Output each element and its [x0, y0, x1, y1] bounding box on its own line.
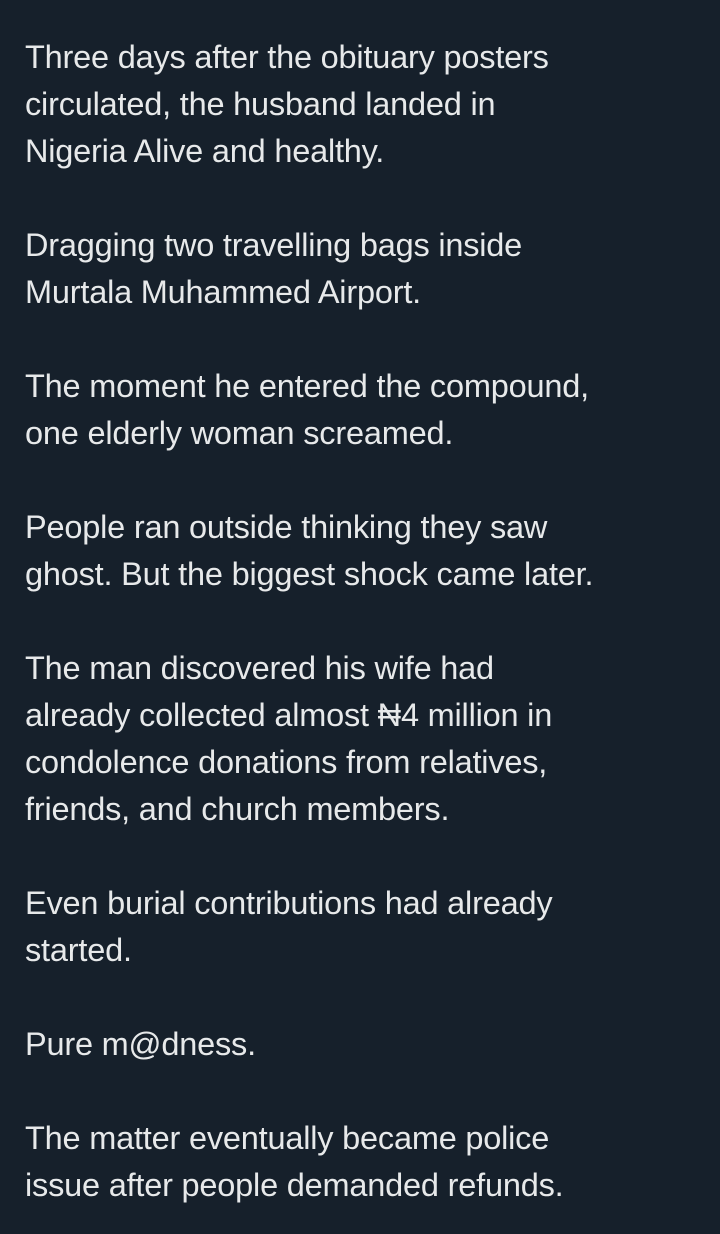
text-line: one elderly woman screamed.: [25, 415, 454, 451]
paragraph: Pure m@dness.: [25, 1021, 705, 1068]
post-body: Three days after the obituary posters ci…: [25, 34, 705, 1209]
text-line: started.: [25, 932, 132, 968]
paragraph: The moment he entered the compound, one …: [25, 363, 705, 457]
text-line: Three days after the obituary posters: [25, 39, 549, 75]
text-line: issue after people demanded refunds.: [25, 1167, 564, 1203]
text-line: Murtala Muhammed Airport.: [25, 274, 421, 310]
text-line: Even burial contributions had already: [25, 885, 553, 921]
text-line: condolence donations from relatives,: [25, 744, 548, 780]
paragraph: Dragging two travelling bags inside Murt…: [25, 222, 705, 316]
text-line: Nigeria Alive and healthy.: [25, 133, 385, 169]
paragraph: The man discovered his wife had already …: [25, 645, 705, 833]
paragraph: Even burial contributions had already st…: [25, 880, 705, 974]
text-line: Pure m@dness.: [25, 1026, 256, 1062]
text-line: ghost. But the biggest shock came later.: [25, 556, 594, 592]
paragraph: Three days after the obituary posters ci…: [25, 34, 705, 175]
text-line: The moment he entered the compound,: [25, 368, 589, 404]
text-line: already collected almost ₦4 million in: [25, 697, 553, 733]
text-line: The man discovered his wife had: [25, 650, 494, 686]
text-line: Dragging two travelling bags inside: [25, 227, 523, 263]
text-line: The matter eventually became police: [25, 1120, 550, 1156]
text-line: People ran outside thinking they saw: [25, 509, 548, 545]
paragraph: The matter eventually became police issu…: [25, 1115, 705, 1209]
text-line: circulated, the husband landed in: [25, 86, 496, 122]
paragraph: People ran outside thinking they saw gho…: [25, 504, 705, 598]
text-line: friends, and church members.: [25, 791, 450, 827]
